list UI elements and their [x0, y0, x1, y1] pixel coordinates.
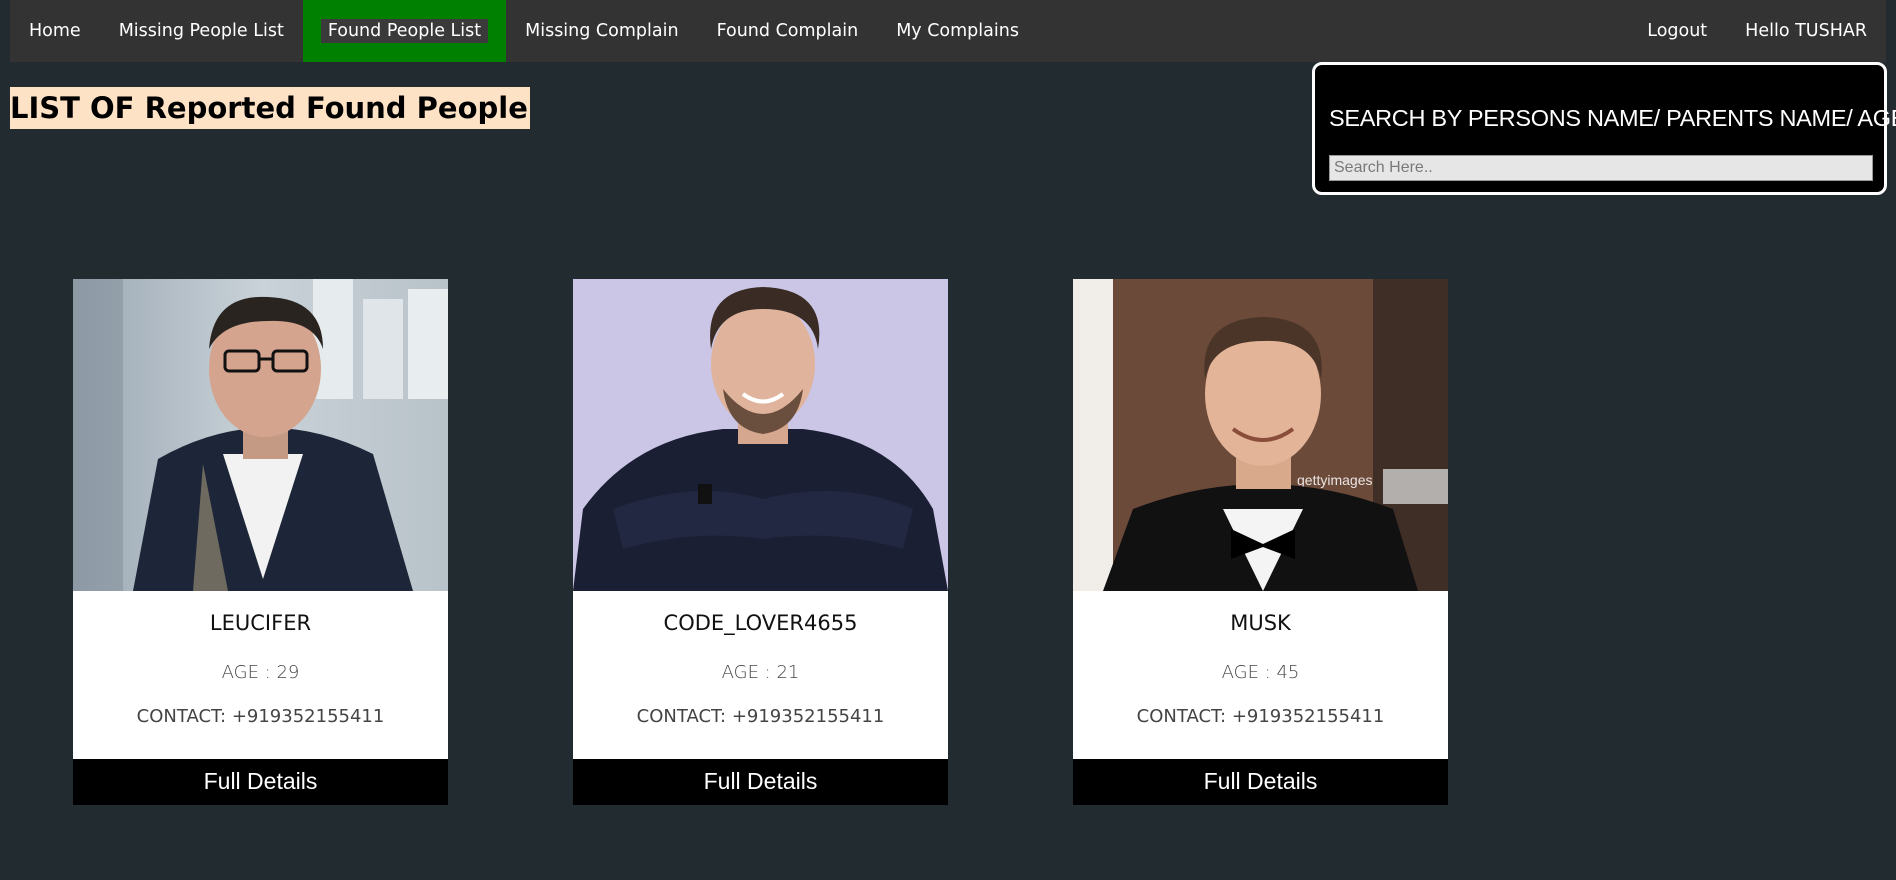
nav-left-group: Home Missing People List Found People Li… [10, 0, 1038, 62]
person-age: AGE : 21 [721, 662, 800, 683]
nav-found-people-list-label: Found People List [320, 19, 489, 43]
nav-found-people-list[interactable]: Found People List [302, 0, 507, 62]
nav-missing-complain[interactable]: Missing Complain [506, 0, 697, 62]
person-info: CODE_LOVER4655 AGE : 21 CONTACT: +919352… [573, 591, 948, 759]
nav-logout[interactable]: Logout [1628, 0, 1726, 62]
person-card: LEUCIFER AGE : 29 CONTACT: +919352155411… [73, 279, 448, 805]
search-input[interactable] [1329, 155, 1873, 181]
nav-user-greeting[interactable]: Hello TUSHAR [1726, 0, 1886, 62]
person-age: AGE : 29 [221, 662, 300, 683]
person-contact: CONTACT: +919352155411 [636, 706, 885, 727]
nav-right-group: Logout Hello TUSHAR [1628, 0, 1886, 62]
full-details-button[interactable]: Full Details [73, 759, 448, 805]
person-name: MUSK [1230, 611, 1291, 635]
full-details-button[interactable]: Full Details [1073, 759, 1448, 805]
person-photo [573, 279, 948, 591]
search-panel: SEARCH BY PERSONS NAME/ PARENTS NAME/ AG… [1312, 62, 1896, 195]
person-age: AGE : 45 [1221, 662, 1300, 683]
person-info: MUSK AGE : 45 CONTACT: +919352155411 [1073, 591, 1448, 759]
person-photo [73, 279, 448, 591]
nav-found-complain[interactable]: Found Complain [698, 0, 878, 62]
getty-watermark: gettyimages [1297, 472, 1372, 488]
nav-my-complains[interactable]: My Complains [877, 0, 1038, 62]
person-contact: CONTACT: +919352155411 [136, 706, 385, 727]
top-navbar: Home Missing People List Found People Li… [10, 0, 1886, 62]
search-heading: SEARCH BY PERSONS NAME/ PARENTS NAME/ AG… [1329, 105, 1896, 131]
person-name: CODE_LOVER4655 [663, 611, 858, 635]
person-photo: gettyimages [1073, 279, 1448, 591]
person-name: LEUCIFER [209, 611, 312, 635]
nav-missing-people-list[interactable]: Missing People List [100, 0, 303, 62]
person-card: CODE_LOVER4655 AGE : 21 CONTACT: +919352… [573, 279, 948, 805]
nav-home[interactable]: Home [10, 0, 100, 62]
person-info: LEUCIFER AGE : 29 CONTACT: +919352155411 [73, 591, 448, 759]
full-details-button[interactable]: Full Details [573, 759, 948, 805]
person-contact: CONTACT: +919352155411 [1136, 706, 1385, 727]
person-card: gettyimages MUSK AGE : 45 CONTACT: +9193… [1073, 279, 1448, 805]
page-title: LIST OF Reported Found People [10, 87, 530, 129]
